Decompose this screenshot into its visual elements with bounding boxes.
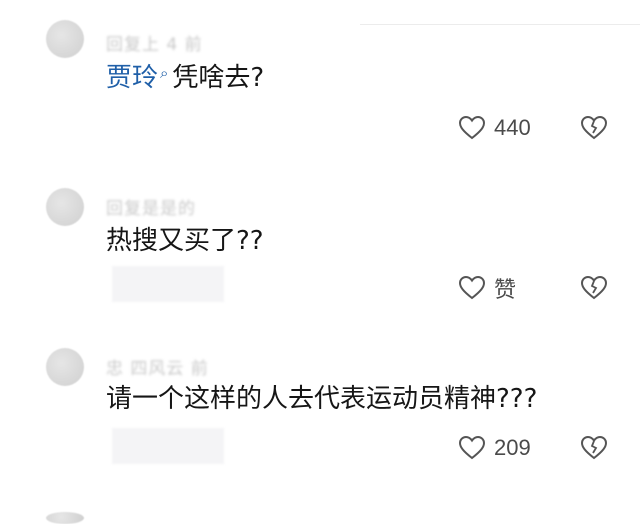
avatar[interactable] [46,20,84,58]
heart-outline-icon [458,435,486,460]
heart-outline-icon [458,275,486,300]
comment-meta: 回复上 4 前 [106,35,203,55]
dislike-button[interactable] [580,115,608,141]
like-count: 209 [494,435,531,460]
comment-actions: 209 [458,433,608,463]
dislike-button[interactable] [580,275,608,301]
like-button[interactable]: 赞 [458,272,538,304]
search-icon[interactable]: ⌕ [160,64,168,82]
broken-heart-icon [580,435,608,460]
dislike-button[interactable] [580,435,608,461]
comment-actions: 440 [458,113,608,143]
divider [360,24,640,25]
comment-meta: 回复是是的 [106,199,196,219]
like-button[interactable]: 440 [458,115,538,141]
comment-text: 热搜又买了?? [106,226,264,256]
avatar[interactable] [46,348,84,386]
next-comment-peek [0,506,640,524]
broken-heart-icon [580,275,608,300]
image-placeholder[interactable] [112,428,224,464]
mention-link[interactable]: 贾玲 [106,63,158,93]
avatar[interactable] [46,188,84,226]
image-placeholder[interactable] [112,266,224,302]
heart-outline-icon [458,115,486,140]
comment-body: 凭啥去? [172,63,265,93]
comment-meta: 忠 四风云 前 [106,359,209,379]
like-button[interactable]: 209 [458,435,538,461]
broken-heart-icon [580,115,608,140]
comment-text: 贾玲 ⌕ 凭啥去? [106,62,264,97]
like-count: 440 [494,115,531,140]
avatar[interactable] [46,512,84,524]
like-label: 赞 [494,277,517,302]
comment-text: 请一个这样的人去代表运动员精神??? [106,384,538,414]
comment-actions: 赞 [458,273,608,303]
